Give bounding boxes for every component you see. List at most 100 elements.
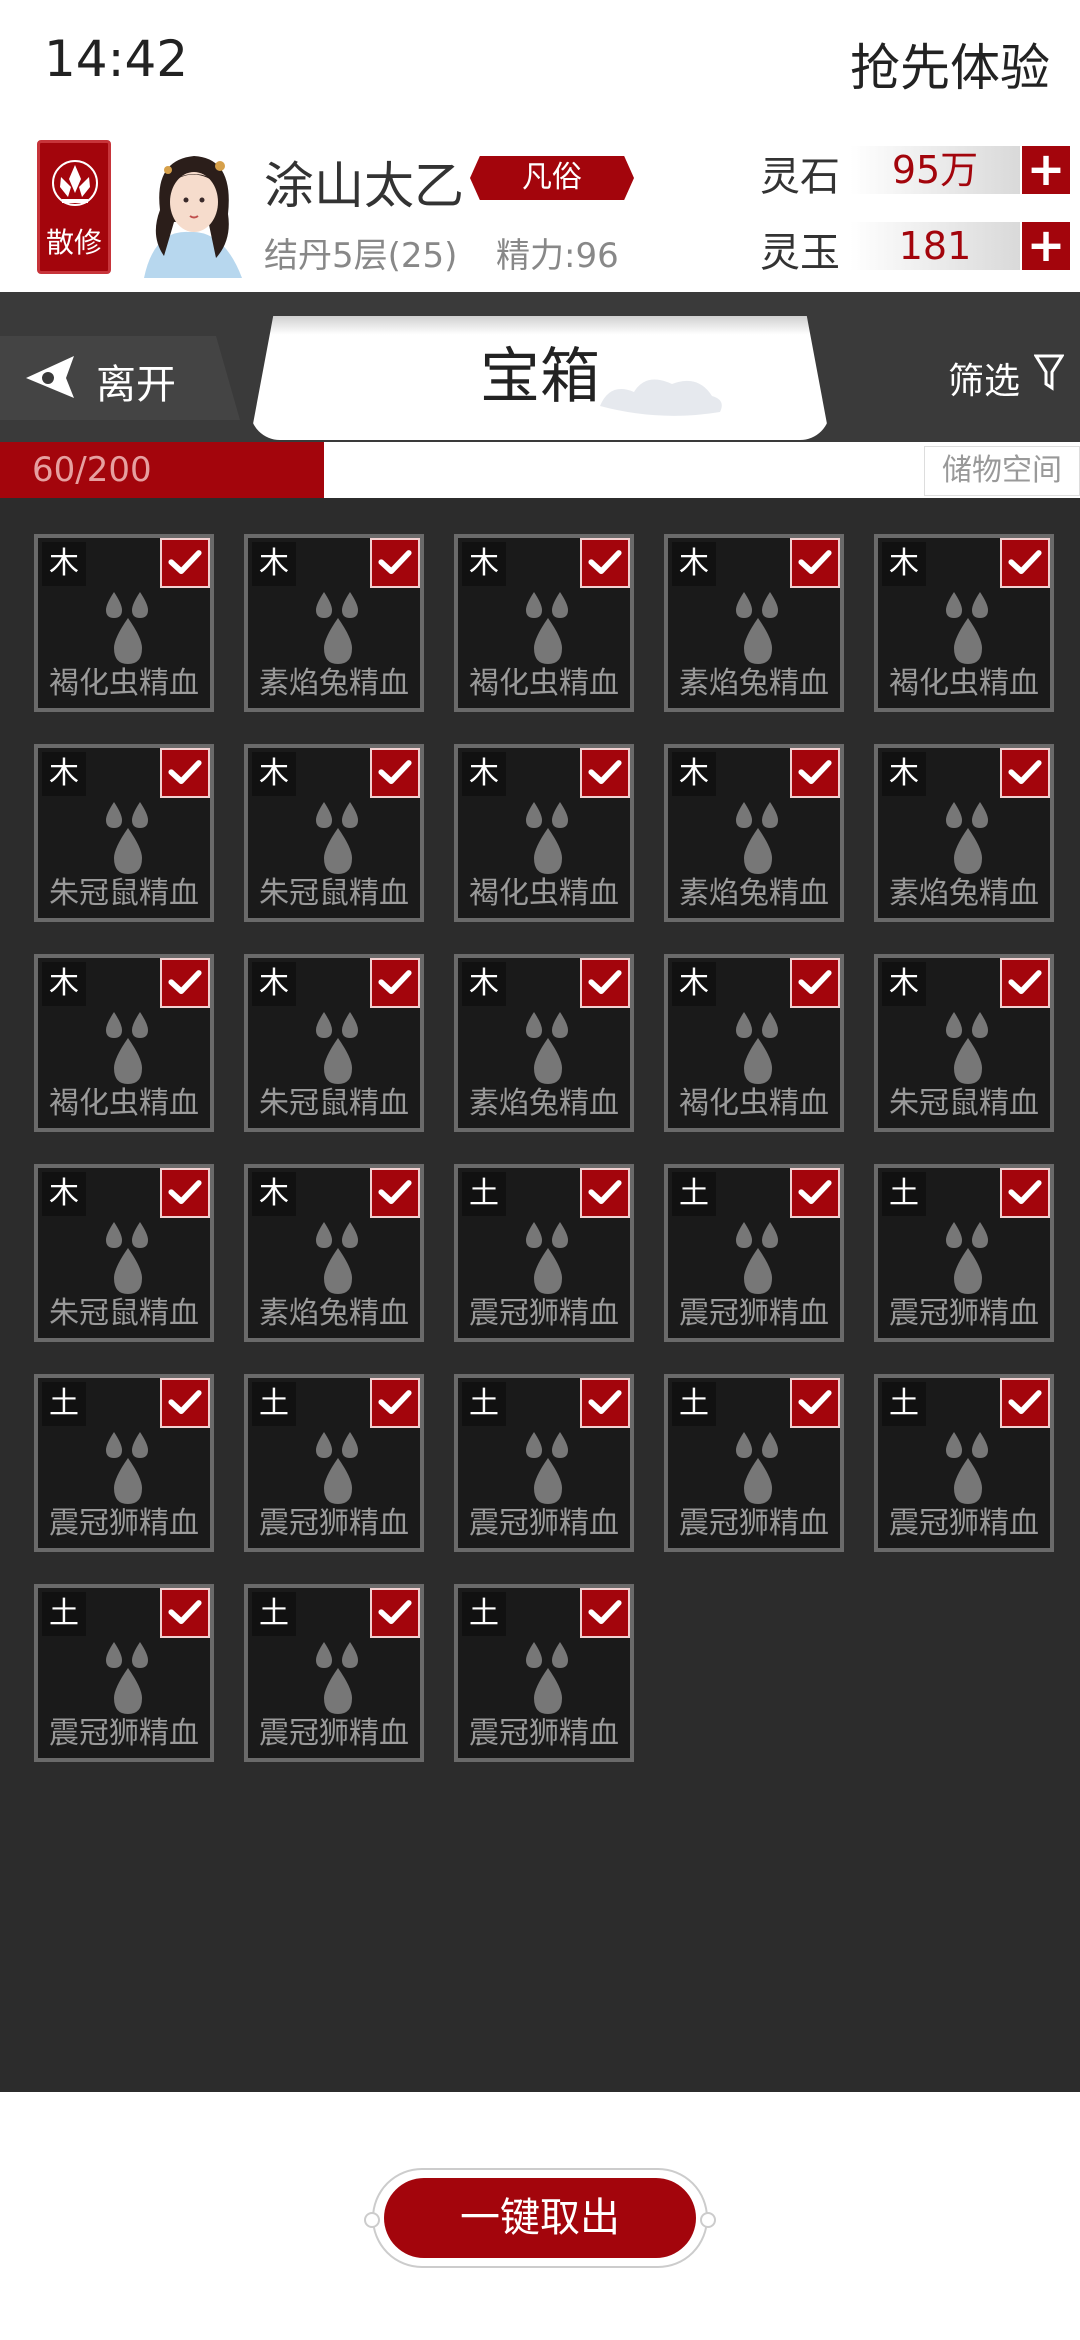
- item-slot[interactable]: 木素焰兔精血: [874, 744, 1054, 922]
- selected-check-icon[interactable]: [1000, 958, 1050, 1008]
- selected-check-icon[interactable]: [580, 748, 630, 798]
- item-slot[interactable]: 木朱冠鼠精血: [34, 744, 214, 922]
- selected-check-icon[interactable]: [790, 958, 840, 1008]
- item-slot[interactable]: 土震冠狮精血: [454, 1584, 634, 1762]
- item-name: 褐化虫精血: [679, 1086, 829, 1121]
- filter-label[interactable]: 筛选: [948, 352, 1020, 404]
- capacity-count: 60/200: [32, 450, 152, 490]
- item-slot[interactable]: 木朱冠鼠精血: [874, 954, 1054, 1132]
- selected-check-icon[interactable]: [160, 958, 210, 1008]
- selected-check-icon[interactable]: [580, 1588, 630, 1638]
- element-tag: 木: [252, 752, 296, 796]
- item-name: 素焰兔精血: [259, 666, 409, 701]
- item-slot[interactable]: 木褐化虫精血: [454, 534, 634, 712]
- item-slot[interactable]: 木素焰兔精血: [664, 744, 844, 922]
- item-slot[interactable]: 木褐化虫精血: [454, 744, 634, 922]
- item-name: 震冠狮精血: [469, 1506, 619, 1541]
- item-slot[interactable]: 木朱冠鼠精血: [244, 744, 424, 922]
- currency-lingyu: 灵玉 181 +: [760, 216, 1070, 276]
- filter-icon[interactable]: [1034, 352, 1064, 392]
- element-tag: 木: [882, 962, 926, 1006]
- item-slot[interactable]: 土震冠狮精血: [874, 1164, 1054, 1342]
- element-tag: 木: [672, 752, 716, 796]
- blood-drop-icon: [946, 1012, 988, 1084]
- item-name: 震冠狮精血: [259, 1716, 409, 1751]
- item-slot[interactable]: 木素焰兔精血: [244, 534, 424, 712]
- item-slot[interactable]: 土震冠狮精血: [34, 1374, 214, 1552]
- selected-check-icon[interactable]: [790, 1378, 840, 1428]
- selected-check-icon[interactable]: [580, 1378, 630, 1428]
- back-arrow-icon[interactable]: [22, 352, 78, 402]
- item-slot[interactable]: 木褐化虫精血: [34, 534, 214, 712]
- selected-check-icon[interactable]: [160, 1378, 210, 1428]
- element-tag: 木: [42, 542, 86, 586]
- item-name: 褐化虫精血: [49, 1086, 199, 1121]
- add-lingyu-button[interactable]: +: [1022, 222, 1070, 270]
- item-name: 素焰兔精血: [259, 1296, 409, 1331]
- item-slot[interactable]: 土震冠狮精血: [244, 1584, 424, 1762]
- item-name: 震冠狮精血: [469, 1296, 619, 1331]
- element-tag: 木: [882, 542, 926, 586]
- blood-drop-icon: [106, 1012, 148, 1084]
- item-name: 素焰兔精血: [679, 666, 829, 701]
- item-slot[interactable]: 木褐化虫精血: [34, 954, 214, 1132]
- selected-check-icon[interactable]: [160, 1168, 210, 1218]
- blood-drop-icon: [736, 802, 778, 874]
- selected-check-icon[interactable]: [1000, 1168, 1050, 1218]
- item-slot[interactable]: 木朱冠鼠精血: [244, 954, 424, 1132]
- blood-drop-icon: [736, 592, 778, 664]
- item-slot[interactable]: 土震冠狮精血: [454, 1164, 634, 1342]
- element-tag: 土: [42, 1592, 86, 1636]
- item-slot[interactable]: 木褐化虫精血: [874, 534, 1054, 712]
- selected-check-icon[interactable]: [160, 1588, 210, 1638]
- selected-check-icon[interactable]: [790, 1168, 840, 1218]
- take-all-button-frame[interactable]: 一键取出: [364, 2168, 716, 2268]
- storage-space-button[interactable]: 储物空间: [924, 446, 1080, 496]
- selected-check-icon[interactable]: [1000, 1378, 1050, 1428]
- item-slot[interactable]: 土震冠狮精血: [664, 1374, 844, 1552]
- selected-check-icon[interactable]: [160, 538, 210, 588]
- item-slot[interactable]: 土震冠狮精血: [34, 1584, 214, 1762]
- selected-check-icon[interactable]: [580, 958, 630, 1008]
- blood-drop-icon: [316, 1432, 358, 1504]
- item-slot[interactable]: 土震冠狮精血: [664, 1164, 844, 1342]
- cultivation-level: 结丹5层(25): [264, 236, 458, 276]
- item-slot[interactable]: 土震冠狮精血: [874, 1374, 1054, 1552]
- element-tag: 木: [42, 752, 86, 796]
- selected-check-icon[interactable]: [580, 1168, 630, 1218]
- item-name: 素焰兔精血: [469, 1086, 619, 1121]
- blood-drop-icon: [316, 1222, 358, 1294]
- item-name: 褐化虫精血: [889, 666, 1039, 701]
- item-slot[interactable]: 木素焰兔精血: [454, 954, 634, 1132]
- selected-check-icon[interactable]: [580, 538, 630, 588]
- item-slot[interactable]: 木素焰兔精血: [244, 1164, 424, 1342]
- selected-check-icon[interactable]: [1000, 748, 1050, 798]
- item-slot[interactable]: 土震冠狮精血: [244, 1374, 424, 1552]
- leave-label[interactable]: 离开: [96, 352, 176, 410]
- selected-check-icon[interactable]: [1000, 538, 1050, 588]
- item-slot[interactable]: 木素焰兔精血: [664, 534, 844, 712]
- item-name: 朱冠鼠精血: [259, 876, 409, 911]
- item-slot[interactable]: 木朱冠鼠精血: [34, 1164, 214, 1342]
- selected-check-icon[interactable]: [370, 1378, 420, 1428]
- sect-badge[interactable]: 散修: [37, 140, 111, 274]
- add-lingshi-button[interactable]: +: [1022, 146, 1070, 194]
- selected-check-icon[interactable]: [370, 1588, 420, 1638]
- early-access-link[interactable]: 抢先体验: [850, 28, 1050, 100]
- selected-check-icon[interactable]: [370, 748, 420, 798]
- currency-label: 灵玉: [760, 230, 840, 276]
- selected-check-icon[interactable]: [160, 748, 210, 798]
- take-all-button[interactable]: 一键取出: [384, 2178, 696, 2258]
- selected-check-icon[interactable]: [370, 958, 420, 1008]
- selected-check-icon[interactable]: [790, 748, 840, 798]
- blood-drop-icon: [526, 1432, 568, 1504]
- item-slot[interactable]: 土震冠狮精血: [454, 1374, 634, 1552]
- selected-check-icon[interactable]: [370, 1168, 420, 1218]
- item-name: 素焰兔精血: [889, 876, 1039, 911]
- selected-check-icon[interactable]: [790, 538, 840, 588]
- item-slot[interactable]: 木褐化虫精血: [664, 954, 844, 1132]
- avatar[interactable]: [124, 140, 254, 278]
- blood-drop-icon: [946, 1432, 988, 1504]
- title-card: 宝箱: [250, 316, 830, 440]
- selected-check-icon[interactable]: [370, 538, 420, 588]
